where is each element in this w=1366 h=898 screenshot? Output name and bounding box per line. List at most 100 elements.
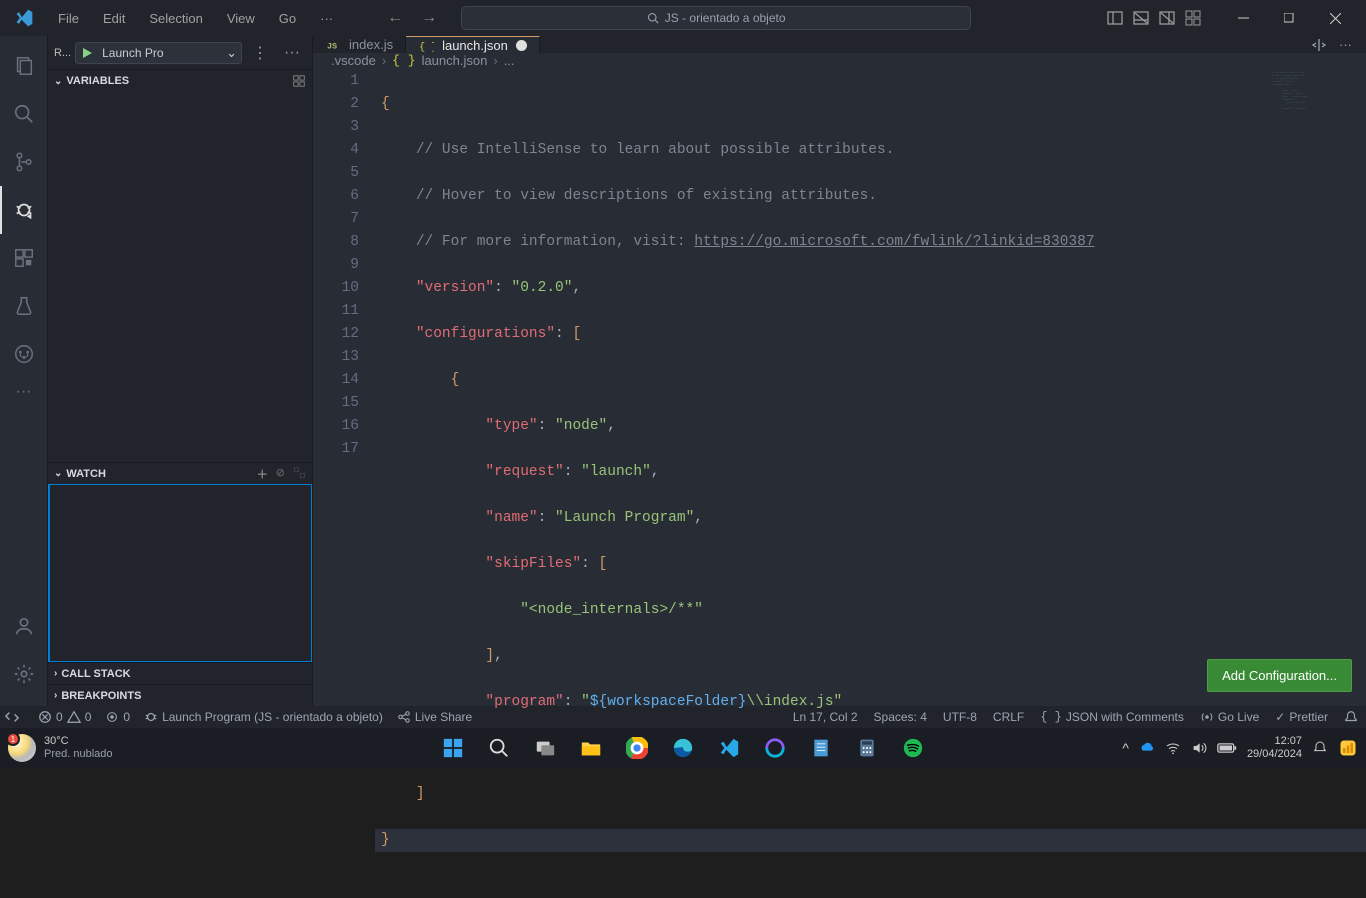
spotify-icon[interactable] bbox=[894, 729, 932, 767]
editor-more-icon[interactable]: ··· bbox=[1339, 37, 1352, 52]
variables-section-header[interactable]: ⌄ VARIABLES bbox=[48, 70, 312, 92]
problems-status[interactable]: 0 0 bbox=[38, 710, 91, 724]
code-content[interactable]: { // Use IntelliSense to learn about pos… bbox=[375, 68, 1366, 898]
watch-label: WATCH bbox=[66, 468, 106, 480]
add-expression-icon[interactable]: ＋ bbox=[257, 466, 268, 482]
breadcrumb-file[interactable]: launch.json bbox=[422, 53, 488, 68]
call-stack-label: CALL STACK bbox=[61, 668, 130, 680]
clock-date: 29/04/2024 bbox=[1247, 748, 1302, 761]
chevron-right-icon: › bbox=[54, 690, 57, 701]
onedrive-icon[interactable] bbox=[1139, 740, 1155, 756]
debug-more-icon[interactable]: ⋮ bbox=[246, 43, 274, 63]
svg-text:JS: JS bbox=[326, 41, 336, 51]
tab-label: launch.json bbox=[442, 38, 508, 53]
taskbar-search-icon[interactable] bbox=[480, 729, 518, 767]
search-activity-icon[interactable] bbox=[0, 90, 48, 138]
main-area: ··· R... Launch Pro ⌄ ⋮ ··· ⌄ VARIABLES … bbox=[0, 36, 1366, 706]
remove-all-icon[interactable]: ⊘ bbox=[276, 466, 285, 482]
calculator-icon[interactable] bbox=[848, 729, 886, 767]
breakpoints-section-header[interactable]: › BREAKPOINTS bbox=[48, 684, 312, 706]
breadcrumb-more[interactable]: ... bbox=[504, 53, 515, 68]
warning-count: 0 bbox=[85, 710, 92, 724]
watch-section-header[interactable]: ⌄ WATCH ＋ ⊘ bbox=[48, 462, 312, 484]
testing-icon[interactable] bbox=[0, 282, 48, 330]
taskbar-weather[interactable]: 1 30°C Pred. nublado bbox=[0, 734, 113, 762]
notification-center-icon[interactable] bbox=[1312, 740, 1328, 756]
accounts-icon[interactable] bbox=[0, 602, 48, 650]
close-button[interactable] bbox=[1312, 0, 1358, 36]
menu-edit[interactable]: Edit bbox=[93, 7, 135, 30]
source-control-icon[interactable] bbox=[0, 138, 48, 186]
menu-bar: File Edit Selection View Go ··· bbox=[48, 7, 343, 30]
svg-text:{ }: { } bbox=[419, 41, 434, 53]
customize-layout-icon[interactable] bbox=[1184, 9, 1202, 27]
minimize-button[interactable] bbox=[1220, 0, 1266, 36]
weather-icon: 1 bbox=[8, 734, 36, 762]
run-debug-icon[interactable] bbox=[0, 186, 48, 234]
tray-chevron-icon[interactable]: ^ bbox=[1122, 740, 1129, 756]
explorer-icon[interactable] bbox=[0, 42, 48, 90]
extensions-icon[interactable] bbox=[0, 234, 48, 282]
radio-icon bbox=[105, 710, 119, 724]
wifi-icon[interactable] bbox=[1165, 740, 1181, 756]
edge-icon[interactable] bbox=[664, 729, 702, 767]
launch-config-select[interactable]: Launch Pro ⌄ bbox=[75, 42, 242, 64]
menu-selection[interactable]: Selection bbox=[139, 7, 212, 30]
copilot-icon[interactable] bbox=[756, 729, 794, 767]
warning-icon bbox=[67, 710, 81, 724]
settings-icon[interactable] bbox=[0, 650, 48, 698]
more-activity-icon[interactable]: ··· bbox=[0, 378, 48, 406]
layout-bottom-icon[interactable] bbox=[1132, 9, 1150, 27]
debug-alt-icon bbox=[144, 710, 158, 724]
error-icon bbox=[38, 710, 52, 724]
layout-panel-icon[interactable] bbox=[1106, 9, 1124, 27]
maximize-button[interactable] bbox=[1266, 0, 1312, 36]
start-debug-icon[interactable] bbox=[76, 43, 98, 63]
command-center[interactable]: JS - orientado a objeto bbox=[461, 6, 971, 30]
debug-overflow-icon[interactable]: ··· bbox=[278, 44, 306, 62]
call-stack-section-header[interactable]: › CALL STACK bbox=[48, 662, 312, 684]
debug-toolbar: R... Launch Pro ⌄ ⋮ ··· bbox=[48, 36, 312, 70]
vscode-logo-icon bbox=[0, 8, 48, 28]
breadcrumb-separator-icon: › bbox=[493, 53, 497, 68]
vscode-taskbar-icon[interactable] bbox=[710, 729, 748, 767]
dev-home-icon[interactable] bbox=[1338, 738, 1358, 758]
volume-icon[interactable] bbox=[1191, 740, 1207, 756]
collapse-all-icon[interactable] bbox=[292, 74, 306, 88]
menu-more-icon[interactable]: ··· bbox=[310, 7, 343, 30]
split-editor-icon[interactable] bbox=[1311, 37, 1327, 53]
variables-label: VARIABLES bbox=[66, 75, 129, 87]
line-number-gutter: 1234567891011121314151617 bbox=[313, 68, 375, 898]
nav-forward-icon[interactable]: → bbox=[417, 5, 441, 31]
remote-indicator-icon[interactable] bbox=[0, 706, 24, 728]
breadcrumbs[interactable]: .vscode › { } launch.json › ... bbox=[313, 53, 1366, 68]
notepad-icon[interactable] bbox=[802, 729, 840, 767]
collapse-watch-icon[interactable] bbox=[293, 466, 306, 482]
breakpoints-label: BREAKPOINTS bbox=[61, 690, 141, 702]
code-editor[interactable]: 1234567891011121314151617 { // Use Intel… bbox=[313, 68, 1366, 898]
start-menu-icon[interactable] bbox=[434, 729, 472, 767]
json-file-icon: { } bbox=[418, 37, 434, 53]
task-view-icon[interactable] bbox=[526, 729, 564, 767]
ports-status[interactable]: 0 bbox=[105, 710, 130, 724]
breadcrumb-folder[interactable]: .vscode bbox=[331, 53, 376, 68]
taskbar-clock[interactable]: 12:07 29/04/2024 bbox=[1247, 735, 1302, 761]
activity-bar: ··· bbox=[0, 36, 48, 706]
menu-view[interactable]: View bbox=[217, 7, 265, 30]
menu-go[interactable]: Go bbox=[269, 7, 306, 30]
js-file-icon: JS bbox=[325, 37, 341, 53]
system-tray: ^ 12:07 29/04/2024 bbox=[1122, 735, 1366, 761]
git-lens-icon[interactable] bbox=[0, 330, 48, 378]
battery-icon[interactable] bbox=[1217, 742, 1237, 754]
layout-right-icon[interactable] bbox=[1158, 9, 1176, 27]
debug-side-panel: R... Launch Pro ⌄ ⋮ ··· ⌄ VARIABLES ⌄ WA… bbox=[48, 36, 313, 706]
nav-back-icon[interactable]: ← bbox=[383, 5, 407, 31]
file-explorer-icon[interactable] bbox=[572, 729, 610, 767]
tab-label: index.js bbox=[349, 37, 393, 52]
tab-launch-json[interactable]: { } launch.json bbox=[406, 36, 540, 53]
add-configuration-button[interactable]: Add Configuration... bbox=[1207, 659, 1352, 692]
tab-index-js[interactable]: JS index.js bbox=[313, 36, 406, 53]
menu-file[interactable]: File bbox=[48, 7, 89, 30]
chrome-icon[interactable] bbox=[618, 729, 656, 767]
variables-panel bbox=[48, 92, 312, 462]
